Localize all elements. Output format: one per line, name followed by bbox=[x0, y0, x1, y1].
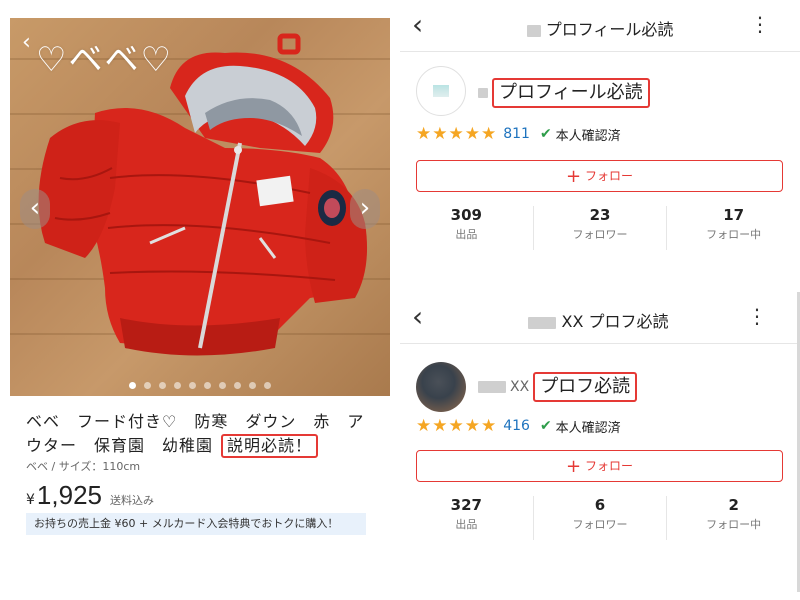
profile-stats: 327 出品 6 フォロワー 2 フォロー中 bbox=[400, 496, 800, 540]
stat-following[interactable]: 17 フォロー中 bbox=[667, 206, 800, 250]
carousel-dot[interactable] bbox=[219, 382, 226, 389]
profile-header: ‹ プロフィール必読 ⋮ bbox=[400, 0, 800, 52]
stat-number: 327 bbox=[450, 496, 482, 514]
stat-label: 出品 bbox=[455, 518, 478, 531]
more-menu-icon[interactable]: ⋮ bbox=[747, 306, 767, 326]
next-arrow-icon[interactable]: › bbox=[350, 189, 380, 229]
blurred-text bbox=[478, 88, 488, 98]
title-highlight-badge: 説明必読！ bbox=[221, 434, 319, 458]
rating-stars-icon: ★★★★★ bbox=[416, 416, 498, 436]
price-amount: 1,925 bbox=[36, 480, 102, 510]
carousel-dot[interactable] bbox=[249, 382, 256, 389]
carousel-dots[interactable] bbox=[10, 374, 390, 393]
photo-caption: ♡ベベ♡ bbox=[36, 40, 173, 80]
carousel-dot[interactable] bbox=[129, 382, 136, 389]
rating-count: 811 bbox=[503, 126, 530, 142]
carousel-dot[interactable] bbox=[144, 382, 151, 389]
prev-arrow-icon[interactable]: ‹ bbox=[20, 189, 50, 229]
rating-row[interactable]: ★★★★★ 811 ✔ 本人確認済 bbox=[416, 124, 621, 144]
stat-label: フォロー中 bbox=[706, 228, 762, 241]
rating-row[interactable]: ★★★★★ 416 ✔ 本人確認済 bbox=[416, 416, 621, 436]
stat-number: 17 bbox=[723, 206, 745, 224]
plus-icon: + bbox=[565, 456, 582, 477]
rating-count: 416 bbox=[503, 418, 530, 434]
profile-header-title-text: プロフ必読 bbox=[588, 312, 669, 331]
more-menu-icon[interactable]: ⋮ bbox=[750, 14, 770, 34]
follow-button[interactable]: + フォロー bbox=[416, 450, 783, 482]
item-photo[interactable]: ♡ベベ♡ ‹ ‹ › bbox=[10, 18, 390, 396]
stat-followers[interactable]: 6 フォロワー bbox=[534, 496, 668, 540]
item-title: ベベ フード付き♡ 防寒 ダウン 赤 アウター 保育園 幼稚園 説明必読！ bbox=[26, 410, 376, 458]
profile-name-highlight: プロフ必読 bbox=[533, 372, 638, 402]
stat-label: フォロワー bbox=[572, 518, 628, 531]
stat-following[interactable]: 2 フォロー中 bbox=[667, 496, 800, 540]
stat-listings[interactable]: 327 出品 bbox=[400, 496, 534, 540]
stat-number: 6 bbox=[594, 496, 606, 514]
carousel-dot[interactable] bbox=[204, 382, 211, 389]
carousel-dot[interactable] bbox=[234, 382, 241, 389]
profile-name-highlight: プロフィール必読 bbox=[492, 78, 650, 108]
verified-shield-icon: ✔ bbox=[539, 418, 552, 434]
profile-header-title: XX プロフ必読 bbox=[400, 308, 797, 332]
price-row: ¥ 1,925 送料込み bbox=[26, 480, 154, 511]
follow-label: フォロー bbox=[585, 169, 634, 183]
stat-label: 出品 bbox=[455, 228, 478, 241]
item-listing: ♡ベベ♡ ‹ ‹ › ベベ フード付き♡ 防寒 ダウン 赤 アウター 保育園 幼… bbox=[0, 0, 400, 600]
profile-name-prefix: XX bbox=[510, 379, 530, 395]
profile-name: XX プロフ必読 bbox=[478, 372, 638, 402]
profile-stats: 309 出品 23 フォロワー 17 フォロー中 bbox=[400, 206, 800, 250]
stat-label: フォロワー bbox=[572, 228, 628, 241]
avatar[interactable] bbox=[416, 362, 466, 412]
blurred-text bbox=[478, 381, 506, 393]
plus-icon: + bbox=[565, 166, 582, 187]
stat-followers[interactable]: 23 フォロワー bbox=[534, 206, 668, 250]
profile-panel-2: ‹ XX プロフ必読 ⋮ XX プロフ必読 ★★★★★ 416 ✔ 本人確認済 … bbox=[400, 292, 800, 592]
rating-stars-icon: ★★★★★ bbox=[416, 124, 498, 144]
carousel-dot[interactable] bbox=[264, 382, 271, 389]
item-meta: ベベ / サイズ：110cm bbox=[26, 460, 141, 473]
profile-panel-1: ‹ プロフィール必読 ⋮ プロフィール必読 ★★★★★ 811 ✔ 本人確認済 … bbox=[400, 0, 800, 292]
back-chevron-icon[interactable]: ‹ bbox=[22, 30, 31, 55]
profile-name: プロフィール必読 bbox=[478, 78, 650, 108]
stat-number: 309 bbox=[450, 206, 482, 224]
avatar[interactable] bbox=[416, 66, 466, 116]
profile-header: ‹ XX プロフ必読 ⋮ bbox=[400, 292, 797, 344]
shipping-label: 送料込み bbox=[110, 494, 154, 507]
follow-button[interactable]: + フォロー bbox=[416, 160, 783, 192]
carousel-dot[interactable] bbox=[189, 382, 196, 389]
carousel-dot[interactable] bbox=[174, 382, 181, 389]
follow-label: フォロー bbox=[585, 459, 634, 473]
blurred-text bbox=[528, 316, 557, 329]
profile-header-title: プロフィール必読 bbox=[400, 16, 800, 40]
stat-listings[interactable]: 309 出品 bbox=[400, 206, 534, 250]
verified-shield-icon: ✔ bbox=[539, 126, 552, 142]
profile-header-title-text: プロフィール必読 bbox=[545, 20, 674, 39]
verified-label: 本人確認済 bbox=[555, 420, 621, 436]
stat-label: フォロー中 bbox=[706, 518, 762, 531]
verified-label: 本人確認済 bbox=[555, 128, 621, 144]
stat-number: 2 bbox=[728, 496, 739, 514]
price-currency: ¥ bbox=[26, 492, 35, 508]
stat-number: 23 bbox=[589, 206, 611, 224]
carousel-dot[interactable] bbox=[159, 382, 166, 389]
promo-banner[interactable]: お持ちの売上金 ¥60 + メルカード入会特典でおトクに購入！ bbox=[26, 513, 366, 535]
blurred-text bbox=[526, 24, 541, 37]
profile-header-title-prefix: XX bbox=[561, 312, 584, 331]
